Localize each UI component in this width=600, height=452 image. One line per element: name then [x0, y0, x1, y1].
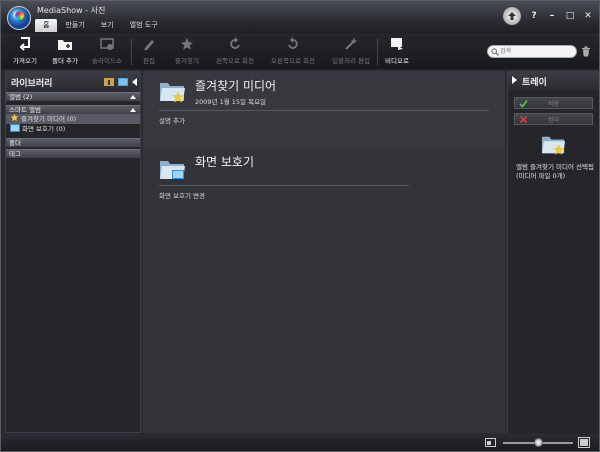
menu-create[interactable]: 만들기 — [57, 19, 92, 32]
window-controls: ? – □ ✕ — [503, 7, 593, 25]
video-export-icon — [389, 36, 405, 52]
tags-label: 태그 — [9, 150, 21, 158]
status-bar — [1, 434, 599, 451]
batch-edit-button[interactable]: 일괄처리 편집 — [327, 36, 375, 65]
album-title: 화면 보호기 — [195, 155, 255, 169]
tray-clear-label: 정리 — [547, 116, 560, 124]
mediashow-window: MediaShow - 사진 홈 만들기 보기 앨범 도구 ? – □ ✕ 가져… — [0, 0, 600, 452]
search-input[interactable] — [500, 46, 572, 57]
tags-section[interactable]: 태그 — [6, 149, 140, 158]
to-video-button[interactable]: 비디오로 — [375, 36, 419, 65]
rotate-right-icon — [286, 36, 300, 52]
magic-wand-icon — [344, 36, 358, 52]
maximize-button[interactable]: □ — [565, 11, 575, 21]
favorites-button[interactable]: 즐겨찾기 — [165, 36, 209, 65]
album-list: 즐겨찾기 미디어 2009년 1월 15일 목요일 설명 추가 화면 보호기 화… — [143, 71, 505, 433]
album-description[interactable]: 화면 보호기 변경 — [159, 190, 205, 200]
star-icon — [180, 36, 194, 52]
divider — [159, 185, 409, 186]
slideshow-label: 슬라이드쇼 — [92, 57, 122, 65]
import-button[interactable]: 가져오기 — [3, 36, 47, 65]
search-box[interactable] — [487, 45, 577, 58]
library-title: 라이브러리 — [11, 78, 53, 89]
large-thumbnail-icon[interactable] — [578, 437, 590, 450]
tray-panel: 트레이 적용 정리 앨범 즐겨찾기 미디어 선택됨(미디어 파일 0개) — [507, 71, 599, 433]
collapse-arrow-icon[interactable] — [130, 108, 136, 112]
tray-clear-button[interactable]: 정리 — [514, 113, 593, 125]
screensaver-icon — [10, 123, 20, 135]
rotate-right-button[interactable]: 오른쪽으로 회전 — [267, 36, 319, 65]
slideshow-button[interactable]: 슬라이드쇼 — [85, 36, 129, 65]
albums-section[interactable]: 앨범 (2) — [6, 92, 140, 101]
mediashow-logo-icon[interactable] — [7, 6, 31, 30]
tray-apply-label: 적용 — [547, 100, 560, 108]
rotate-left-label: 왼쪽으로 회전 — [216, 57, 254, 65]
rotate-right-label: 오른쪽으로 회전 — [271, 57, 315, 65]
folder-star-icon — [159, 79, 187, 107]
smart-albums-section[interactable]: 스마트 앨범 — [6, 105, 140, 114]
slideshow-icon — [99, 36, 115, 52]
folders-section[interactable]: 폴더 — [6, 138, 140, 147]
add-folder-button[interactable]: 폴더 추가 — [43, 36, 87, 65]
pencil-icon — [142, 36, 156, 52]
album-description[interactable]: 설명 추가 — [159, 115, 185, 125]
import-icon — [17, 36, 33, 52]
smart-item-label: 즐겨찾기 미디어 (0) — [21, 115, 77, 123]
library-header: 라이브러리 — [6, 72, 140, 92]
smart-item-label: 화면 보호기 (0) — [22, 125, 66, 133]
window-title: MediaShow - 사진 — [37, 6, 106, 15]
menu-view[interactable]: 보기 — [93, 19, 122, 32]
to-video-label: 비디오로 — [385, 57, 409, 65]
folder-add-icon — [57, 36, 73, 52]
zoom-slider-handle[interactable] — [534, 438, 543, 447]
minimize-button[interactable]: – — [547, 11, 557, 21]
import-folder-icon[interactable] — [104, 77, 114, 88]
favorites-label: 즐겨찾기 — [175, 57, 199, 65]
menu-home[interactable]: 홈 — [35, 19, 58, 32]
tray-title: 트레이 — [522, 77, 547, 88]
rotate-left-button[interactable]: 왼쪽으로 회전 — [211, 36, 259, 65]
album-view-icon[interactable] — [118, 77, 128, 88]
albums-section-label: 앨범 (2) — [9, 93, 33, 101]
folders-label: 폴더 — [9, 139, 21, 147]
rotate-left-icon — [228, 36, 242, 52]
tray-header: 트레이 — [508, 71, 599, 91]
batch-edit-label: 일괄처리 편집 — [332, 57, 370, 65]
album-date: 2009년 1월 15일 목요일 — [195, 98, 267, 106]
upgrade-icon[interactable] — [503, 7, 521, 25]
folder-screen-icon — [159, 157, 187, 185]
smart-item-screensaver[interactable]: 화면 보호기 (0) — [6, 123, 140, 135]
small-thumbnail-icon[interactable] — [485, 438, 496, 449]
smart-albums-label: 스마트 앨범 — [9, 106, 41, 114]
title-bar: MediaShow - 사진 홈 만들기 보기 앨범 도구 ? – □ ✕ — [1, 1, 599, 33]
menu-bar: 홈 만들기 보기 앨범 도구 — [35, 19, 166, 32]
trash-icon[interactable] — [581, 46, 591, 59]
smart-item-favorites[interactable]: 즐겨찾기 미디어 (0) — [6, 113, 140, 124]
search-icon — [491, 48, 499, 58]
collapse-panel-icon[interactable] — [132, 77, 137, 88]
close-button[interactable]: ✕ — [583, 11, 593, 21]
album-title: 즐겨찾기 미디어 — [195, 79, 277, 93]
collapse-arrow-icon[interactable] — [130, 95, 136, 99]
library-panel: 라이브러리 앨범 (2) 스마트 앨범 즐겨찾기 미디어 (0) 화면 보호기 … — [5, 71, 141, 433]
add-folder-label: 폴더 추가 — [52, 57, 78, 65]
divider — [159, 110, 489, 111]
folder-star-icon — [541, 133, 567, 159]
import-label: 가져오기 — [13, 57, 37, 65]
menu-album-tools[interactable]: 앨범 도구 — [122, 19, 166, 32]
tray-info-text: 앨범 즐겨찾기 미디어 선택됨(미디어 파일 0개) — [516, 163, 594, 180]
help-button[interactable]: ? — [529, 11, 539, 21]
tray-apply-button[interactable]: 적용 — [514, 97, 593, 109]
edit-label: 편집 — [143, 57, 155, 65]
library-tools — [104, 77, 137, 88]
expand-tray-icon[interactable] — [512, 76, 517, 86]
